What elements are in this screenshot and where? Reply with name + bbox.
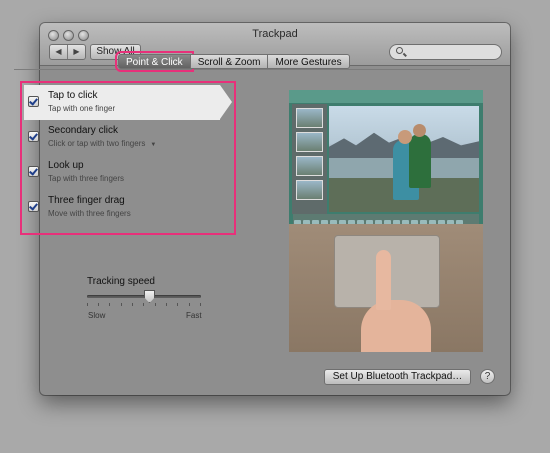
search-field[interactable] [389,44,502,60]
forward-arrow-icon[interactable]: ▶ [68,45,85,59]
slider-tick [177,303,178,306]
window-title: Trackpad [252,28,298,40]
checkbox-secondary-click[interactable] [28,131,39,142]
slider-ticks [87,303,201,307]
hand-icon [361,300,431,352]
gesture-item-three-finger-drag[interactable]: Three finger drag Move with three finger… [24,190,220,225]
gesture-item-tap-to-click[interactable]: Tap to click Tap with one finger [24,85,232,120]
gesture-preview-image [289,90,483,352]
checkbox-tap-to-click[interactable] [28,96,39,107]
tab-more-gestures[interactable]: More Gestures [268,54,350,69]
slider-min-label: Slow [88,311,106,320]
gesture-subtitle: Tap with three fingers [48,174,125,183]
preview-dock [293,214,479,227]
help-button[interactable]: ? [480,369,495,384]
gesture-title: Three finger drag [48,195,125,206]
gesture-subtitle-menu[interactable]: Click or tap with two fingers ▼ [48,139,156,148]
search-icon [396,47,403,54]
slider-tick [166,303,167,306]
gesture-title: Tap to click [48,90,98,101]
gesture-item-look-up[interactable]: Look up Tap with three fingers [24,155,220,190]
checkbox-look-up[interactable] [28,166,39,177]
slider-max-label: Fast [186,311,202,320]
gesture-subtitle: Click or tap with two fingers [48,139,146,148]
slider-tick [155,303,156,306]
preview-thumbnails [292,104,327,214]
slider-tick [143,303,144,306]
preview-photo [329,106,479,212]
search-input[interactable] [407,46,501,60]
back-forward-control: ◀ ▶ [49,44,86,60]
gesture-subtitle: Move with three fingers [48,209,131,218]
gesture-list: Tap to click Tap with one finger Seconda… [24,85,232,231]
preview-menubar [289,90,483,103]
gesture-title: Secondary click [48,125,119,136]
gesture-list-highlight: Tap to click Tap with one finger Seconda… [20,81,236,235]
gesture-title: Look up [48,160,84,171]
tab-scroll-zoom[interactable]: Scroll & Zoom [190,54,269,69]
slider-tick [189,303,190,306]
dropdown-triangle-icon[interactable]: ▼ [150,142,156,148]
tab-bar: Point & Click Scroll & Zoom More Gesture… [115,51,350,72]
slider-tick [109,303,110,306]
slider-tick [87,303,88,306]
tab-point-click[interactable]: Point & Click [115,51,194,72]
setup-bluetooth-trackpad-button[interactable]: Set Up Bluetooth Trackpad… [324,369,471,385]
slider-tick [121,303,122,306]
finger-icon [376,250,391,310]
slider-tick [132,303,133,306]
back-arrow-icon[interactable]: ◀ [50,45,68,59]
gesture-subtitle: Tap with one finger [48,104,116,113]
gesture-item-secondary-click[interactable]: Secondary click Click or tap with two fi… [24,120,220,155]
tracking-speed-label: Tracking speed [87,276,155,287]
checkbox-three-finger-drag[interactable] [28,201,39,212]
preview-screen [289,90,483,227]
slider-tick [200,303,201,306]
selection-arrow-icon [220,85,232,119]
slider-tick [98,303,99,306]
